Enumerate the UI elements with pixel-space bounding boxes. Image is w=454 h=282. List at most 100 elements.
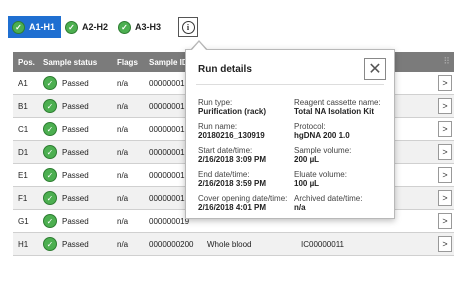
cell-flags: n/a <box>117 193 129 203</box>
info-button[interactable]: i <box>178 17 198 37</box>
field-value: 20180216_130919 <box>198 131 265 140</box>
passed-icon: ✓ <box>43 122 57 136</box>
field-label: Run type: <box>198 98 233 107</box>
cell-status: ✓ Passed <box>43 122 113 136</box>
passed-icon: ✓ <box>43 145 57 159</box>
check-icon: ✓ <box>12 20 25 34</box>
cell-flags: n/a <box>117 170 129 180</box>
row-details-button[interactable]: > <box>438 190 452 206</box>
field-value: Total NA Isolation Kit <box>294 107 374 116</box>
cell-pos: C1 <box>18 124 29 134</box>
tab-a1-h1[interactable]: ✓ A1-H1 <box>8 16 62 38</box>
passed-icon: ✓ <box>43 237 57 251</box>
field-eluate-volume: Eluate volume: 100 µL <box>294 170 347 188</box>
row-details-button[interactable]: > <box>438 167 452 183</box>
row-details-button[interactable]: > <box>438 98 452 114</box>
status-text: Passed <box>62 101 89 111</box>
field-end: End date/time: 2/16/2018 3:59 PM <box>198 170 266 188</box>
cell-pos: H1 <box>18 239 29 249</box>
status-text: Passed <box>62 239 89 249</box>
field-cover-opening: Cover opening date/time: 2/16/2018 4:01 … <box>198 194 287 212</box>
tab-a2-h2[interactable]: ✓ A2-H2 <box>61 16 114 38</box>
row-details-button[interactable]: > <box>438 121 452 137</box>
cell-flags: n/a <box>117 78 129 88</box>
field-value: 200 µL <box>294 155 320 164</box>
passed-icon: ✓ <box>43 99 57 113</box>
tab-a3-h3[interactable]: ✓ A3-H3 <box>114 16 167 38</box>
tab-label: A3-H3 <box>135 22 162 32</box>
status-text: Passed <box>62 124 89 134</box>
cell-pos: G1 <box>18 216 29 226</box>
field-run-type: Run type: Purification (rack) <box>198 98 266 116</box>
passed-icon: ✓ <box>43 76 57 90</box>
cell-pos: F1 <box>18 193 28 203</box>
status-text: Passed <box>62 170 89 180</box>
cell-sample-id: 0000000200 <box>149 239 194 249</box>
cell-status: ✓ Passed <box>43 76 113 90</box>
check-icon: ✓ <box>118 20 132 34</box>
status-text: Passed <box>62 78 89 88</box>
field-label: Archived date/time: <box>294 194 363 203</box>
header-flags: Flags <box>117 57 138 67</box>
field-start: Start date/time: 2/16/2018 3:09 PM <box>198 146 266 164</box>
field-value: 2/16/2018 3:59 PM <box>198 179 267 188</box>
info-icon: i <box>181 20 195 34</box>
field-label: Start date/time: <box>198 146 253 155</box>
tab-label: A2-H2 <box>82 22 109 32</box>
cell-flags: n/a <box>117 147 129 157</box>
header-pos: Pos. <box>18 57 35 67</box>
field-run-name: Run name: 20180216_130919 <box>198 122 265 140</box>
passed-icon: ✓ <box>43 168 57 182</box>
field-label: Eluate volume: <box>294 170 347 179</box>
divider <box>196 84 384 85</box>
cell-pos: E1 <box>18 170 28 180</box>
field-label: Protocol: <box>294 122 326 131</box>
field-archived: Archived date/time: n/a <box>294 194 362 212</box>
field-sample-volume: Sample volume: 200 µL <box>294 146 351 164</box>
header-status: Sample status <box>43 57 98 67</box>
cell-status: ✓ Passed <box>43 145 113 159</box>
cell-status: ✓ Passed <box>43 214 113 228</box>
field-label: Run name: <box>198 122 238 131</box>
field-reagent: Reagent cassette name: Total NA Isolatio… <box>294 98 381 116</box>
field-value: 100 µL <box>294 179 320 188</box>
popup-pointer-inner <box>191 42 207 51</box>
field-label: Reagent cassette name: <box>294 98 381 107</box>
field-value: n/a <box>294 203 306 212</box>
cell-flags: n/a <box>117 124 129 134</box>
field-protocol: Protocol: hgDNA 200 1.0 <box>294 122 350 140</box>
grid-settings-icon[interactable]: ⠿ <box>443 56 450 67</box>
cell-status: ✓ Passed <box>43 99 113 113</box>
field-value: Purification (rack) <box>198 107 267 116</box>
cell-reagent-id: IC00000011 <box>301 239 344 249</box>
popup-title: Run details <box>198 64 252 75</box>
tab-label: A1-H1 <box>29 22 56 32</box>
row-details-button[interactable]: > <box>438 144 452 160</box>
cell-flags: n/a <box>117 239 129 249</box>
row-details-button[interactable]: > <box>438 213 452 229</box>
field-value: 2/16/2018 4:01 PM <box>198 203 267 212</box>
cell-flags: n/a <box>117 101 129 111</box>
status-text: Passed <box>62 216 89 226</box>
row-details-button[interactable]: > <box>438 75 452 91</box>
cell-status: ✓ Passed <box>43 168 113 182</box>
table-row[interactable]: H1 ✓ Passed n/a 0000000200 Whole blood IC00000… <box>13 233 454 256</box>
status-text: Passed <box>62 193 89 203</box>
cell-status: ✓ Passed <box>43 191 113 205</box>
passed-icon: ✓ <box>43 191 57 205</box>
cell-pos: A1 <box>18 78 28 88</box>
run-details-popup: Run details ✕ Run type: Purification (ra… <box>185 49 395 219</box>
field-value: hgDNA 200 1.0 <box>294 131 350 140</box>
status-text: Passed <box>62 147 89 157</box>
field-label: End date/time: <box>198 170 250 179</box>
close-button[interactable]: ✕ <box>364 58 386 80</box>
row-details-button[interactable]: > <box>438 236 452 252</box>
cell-status: ✓ Passed <box>43 237 113 251</box>
field-value: 2/16/2018 3:09 PM <box>198 155 267 164</box>
plate-tabs: ✓ A1-H1 ✓ A2-H2 ✓ A3-H3 <box>8 16 167 38</box>
passed-icon: ✓ <box>43 214 57 228</box>
cell-pos: D1 <box>18 147 29 157</box>
cell-sample-type: Whole blood <box>207 239 252 249</box>
close-icon: ✕ <box>368 61 382 78</box>
check-icon: ✓ <box>65 20 79 34</box>
